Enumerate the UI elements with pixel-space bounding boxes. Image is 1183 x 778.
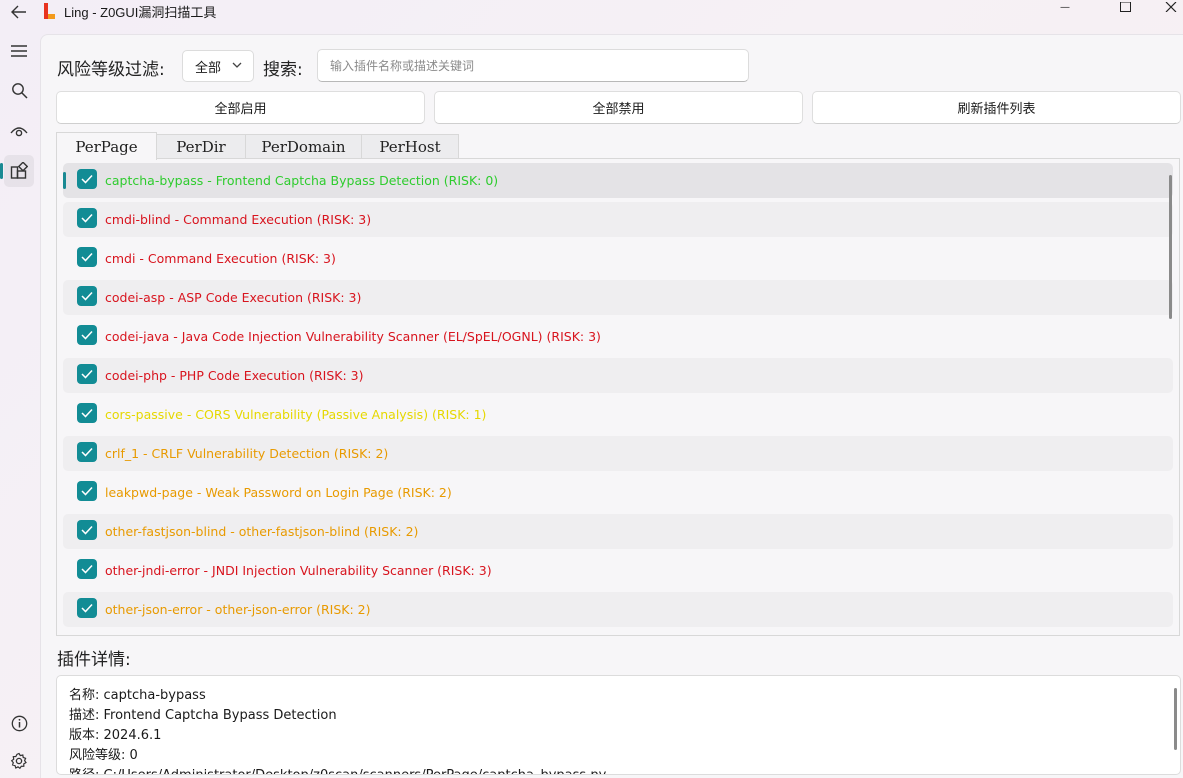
checkmark-icon (81, 252, 93, 262)
maximize-icon (1119, 2, 1131, 12)
checkmark-icon (81, 291, 93, 301)
minimize-button[interactable]: — (1050, 0, 1080, 14)
plugin-checkbox[interactable] (77, 169, 97, 189)
plugin-row[interactable]: other-jndi-error - JNDI Injection Vulner… (63, 553, 1173, 588)
close-button[interactable] (1156, 0, 1183, 14)
enable-all-button[interactable]: 全部启用 (56, 91, 425, 124)
plugin-checkbox[interactable] (77, 208, 97, 228)
tab-perpage[interactable]: PerPage (56, 132, 157, 160)
plugin-row[interactable]: other-json-error - other-json-error (RIS… (63, 592, 1173, 627)
plugins-grid-icon[interactable] (4, 155, 34, 187)
checkmark-icon (81, 408, 93, 418)
plugin-row[interactable]: codei-java - Java Code Injection Vulnera… (63, 319, 1173, 354)
plugin-checkbox[interactable] (77, 364, 97, 384)
info-icon[interactable] (4, 707, 34, 739)
checkmark-icon (81, 369, 93, 379)
detail-name-line: 名称: captcha-bypass (69, 688, 206, 703)
plugin-checkbox[interactable] (77, 403, 97, 423)
plugin-label: codei-asp - ASP Code Execution (RISK: 3) (105, 290, 362, 305)
plugin-row[interactable]: other-fastjson-blind - other-fastjson-bl… (63, 514, 1173, 549)
plugin-row[interactable]: leakpwd-page - Weak Password on Login Pa… (63, 475, 1173, 510)
checkmark-icon (81, 330, 93, 340)
checkmark-icon (81, 213, 93, 223)
plugin-label: cmdi-blind - Command Execution (RISK: 3) (105, 212, 372, 227)
window-title: Ling - Z0GUI漏洞扫描工具 (64, 5, 217, 20)
plugin-row[interactable]: cmdi-blind - Command Execution (RISK: 3) (63, 202, 1173, 237)
plugin-label: other-json-error - other-json-error (RIS… (105, 602, 371, 617)
plugin-checkbox[interactable] (77, 286, 97, 306)
plugin-row[interactable]: cmdi - Command Execution (RISK: 3) (63, 241, 1173, 276)
tab-perdomain[interactable]: PerDomain (245, 134, 362, 159)
chevron-down-icon (232, 62, 242, 68)
minimize-icon: — (1060, 1, 1070, 13)
checkmark-icon (81, 603, 93, 613)
tab-perhost[interactable]: PerHost (361, 134, 459, 159)
checkmark-icon (81, 486, 93, 496)
plugin-label: other-fastjson-blind - other-fastjson-bl… (105, 524, 419, 539)
plugin-checkbox[interactable] (77, 598, 97, 618)
tab-perdir[interactable]: PerDir (156, 134, 246, 159)
plugin-label: cmdi - Command Execution (RISK: 3) (105, 251, 336, 266)
plugin-label: leakpwd-page - Weak Password on Login Pa… (105, 485, 452, 500)
close-icon (1165, 2, 1177, 12)
plugin-row[interactable]: codei-php - PHP Code Execution (RISK: 3) (63, 358, 1173, 393)
search-icon[interactable] (4, 74, 34, 106)
plugin-label: other-jndi-error - JNDI Injection Vulner… (105, 563, 492, 578)
plugin-checkbox[interactable] (77, 481, 97, 501)
disable-all-button[interactable]: 全部禁用 (434, 91, 803, 124)
detail-path-line: 路径: C:/Users/Administrator/Desktop/z0sca… (69, 764, 606, 774)
plugin-checkbox[interactable] (77, 325, 97, 345)
plugin-checkbox[interactable] (77, 442, 97, 462)
plugin-row[interactable]: cors-passive - CORS Vulnerability (Passi… (63, 397, 1173, 432)
risk-filter-value: 全部 (195, 60, 222, 76)
hamburger-menu-icon[interactable] (4, 35, 34, 67)
eye-scan-icon[interactable] (4, 115, 34, 147)
checkmark-icon (81, 564, 93, 574)
app-logo-icon (42, 3, 56, 19)
search-label: 搜索: (263, 60, 303, 80)
plugin-checkbox[interactable] (77, 247, 97, 267)
maximize-button[interactable] (1110, 0, 1140, 14)
plugin-label: captcha-bypass - Frontend Captcha Bypass… (105, 173, 499, 188)
gear-icon[interactable] (4, 745, 34, 777)
plugin-row[interactable]: codei-asp - ASP Code Execution (RISK: 3) (63, 280, 1173, 315)
refresh-plugins-button[interactable]: 刷新插件列表 (812, 91, 1181, 124)
checkmark-icon (81, 447, 93, 457)
selected-row-indicator (63, 172, 66, 189)
sidebar-active-indicator (0, 163, 3, 179)
back-arrow-icon[interactable] (6, 0, 32, 24)
title-bar: Ling - Z0GUI漏洞扫描工具 — (0, 0, 1183, 34)
plugin-details-box: 名称: captcha-bypass 描述: Frontend Captcha … (56, 675, 1181, 775)
detail-description-line: 描述: Frontend Captcha Bypass Detection (69, 708, 337, 723)
checkmark-icon (81, 525, 93, 535)
plugin-label: crlf_1 - CRLF Vulnerability Detection (R… (105, 446, 389, 461)
detail-version-line: 版本: 2024.6.1 (69, 728, 162, 743)
plugin-details-heading: 插件详情: (57, 650, 131, 670)
details-scrollbar[interactable] (1174, 688, 1177, 750)
plugin-label: cors-passive - CORS Vulnerability (Passi… (105, 407, 487, 422)
search-input[interactable] (317, 49, 749, 82)
plugin-label: codei-php - PHP Code Execution (RISK: 3) (105, 368, 364, 383)
checkmark-icon (81, 174, 93, 184)
risk-filter-select[interactable]: 全部 (182, 50, 254, 82)
plugin-label: codei-java - Java Code Injection Vulnera… (105, 329, 601, 344)
plugin-list: captcha-bypass - Frontend Captcha Bypass… (56, 158, 1180, 636)
detail-risk-line: 风险等级: 0 (69, 748, 138, 763)
plugin-checkbox[interactable] (77, 559, 97, 579)
plugin-list-scrollbar[interactable] (1169, 175, 1172, 319)
plugin-checkbox[interactable] (77, 520, 97, 540)
plugin-row[interactable]: captcha-bypass - Frontend Captcha Bypass… (63, 163, 1173, 198)
risk-filter-label: 风险等级过滤: (57, 60, 165, 80)
plugin-row[interactable]: crlf_1 - CRLF Vulnerability Detection (R… (63, 436, 1173, 471)
